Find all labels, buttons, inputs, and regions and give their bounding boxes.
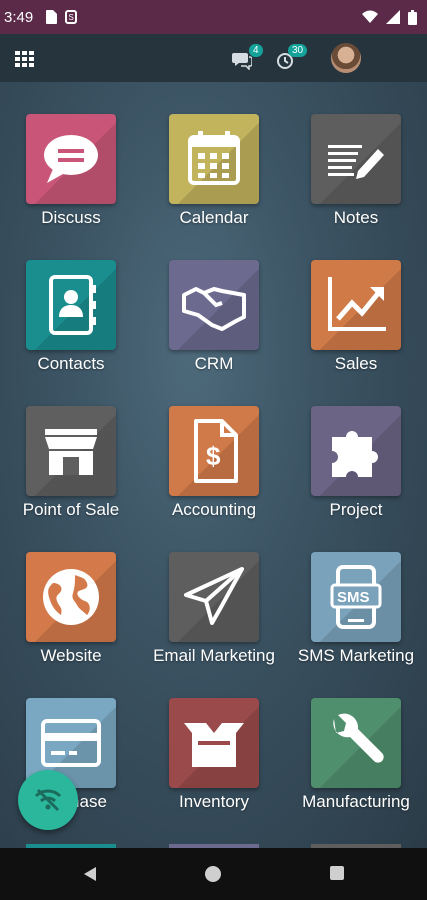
handshake-icon bbox=[182, 287, 246, 331]
app-notes[interactable]: Notes bbox=[285, 82, 427, 228]
app-website[interactable]: Website bbox=[0, 520, 142, 666]
app-label: Inventory bbox=[179, 792, 249, 811]
app-label: Notes bbox=[333, 208, 379, 227]
sms-phone-icon: SMS bbox=[330, 565, 382, 629]
app-label: Accounting bbox=[171, 500, 257, 519]
puzzle-icon bbox=[332, 431, 378, 477]
app-label: Calendar bbox=[179, 208, 249, 227]
messages-button[interactable]: 4 bbox=[232, 44, 264, 72]
messages-badge: 4 bbox=[249, 44, 263, 57]
svg-text:S: S bbox=[69, 13, 74, 22]
app-label: Discuss bbox=[41, 208, 101, 227]
app-label: Contacts bbox=[37, 354, 105, 373]
open-box-icon bbox=[184, 723, 244, 767]
status-bar: 3:49 S bbox=[0, 0, 427, 34]
svg-text:$: $ bbox=[206, 441, 221, 471]
chat-icon bbox=[232, 53, 252, 70]
wifi-off-icon bbox=[34, 788, 62, 812]
app-crm[interactable]: CRM bbox=[143, 228, 285, 374]
app-label: Project bbox=[329, 500, 383, 519]
store-icon bbox=[45, 429, 97, 475]
sync-icon: S bbox=[65, 10, 78, 24]
app-label: Point of Sale bbox=[22, 500, 120, 519]
app-inventory[interactable]: Inventory bbox=[143, 666, 285, 812]
app-point-of-sale[interactable]: Point of Sale bbox=[0, 374, 142, 520]
globe-icon bbox=[43, 569, 99, 625]
battery-icon bbox=[408, 9, 417, 25]
app-label: Website bbox=[40, 646, 102, 665]
home-icon[interactable] bbox=[205, 866, 221, 882]
svg-text:SMS: SMS bbox=[337, 589, 370, 606]
status-time: 3:49 bbox=[4, 8, 34, 26]
apps-grid-icon[interactable] bbox=[14, 48, 36, 70]
wifi-icon bbox=[362, 10, 378, 23]
address-book-icon bbox=[49, 275, 96, 335]
app-discuss[interactable]: Discuss bbox=[0, 82, 142, 228]
recents-icon[interactable] bbox=[330, 866, 344, 880]
app-calendar[interactable]: Calendar bbox=[143, 82, 285, 228]
app-label: CRM bbox=[194, 354, 234, 373]
wrench-icon bbox=[333, 713, 384, 763]
paper-plane-icon bbox=[184, 567, 244, 625]
user-avatar[interactable] bbox=[331, 43, 361, 73]
signal-icon bbox=[386, 10, 400, 24]
app-project[interactable]: Project bbox=[285, 374, 427, 520]
activities-badge: 30 bbox=[288, 44, 308, 57]
app-label: SMS Marketing bbox=[297, 646, 415, 665]
app-grid: Discuss Calendar Notes Contacts CRM Sale… bbox=[0, 82, 427, 848]
calendar-icon bbox=[188, 131, 240, 185]
system-nav-bar bbox=[0, 848, 427, 900]
app-label: Email Marketing bbox=[153, 646, 275, 665]
offline-fab[interactable] bbox=[18, 770, 78, 830]
back-icon[interactable] bbox=[82, 866, 98, 882]
app-label: Sales bbox=[334, 354, 378, 373]
app-manufacturing[interactable]: Manufacturing bbox=[285, 666, 427, 812]
sim-card-icon bbox=[46, 10, 58, 24]
app-label: Manufacturing bbox=[302, 792, 410, 811]
notes-pencil-icon bbox=[328, 145, 384, 179]
app-contacts[interactable]: Contacts bbox=[0, 228, 142, 374]
top-app-bar: 4 30 bbox=[0, 34, 427, 82]
app-accounting[interactable]: $ Accounting bbox=[143, 374, 285, 520]
chat-bubble-icon bbox=[44, 135, 98, 183]
credit-card-icon bbox=[41, 719, 101, 767]
trend-chart-icon bbox=[328, 277, 386, 331]
app-email-marketing[interactable]: Email Marketing bbox=[143, 520, 285, 666]
invoice-dollar-icon: $ bbox=[194, 419, 238, 483]
app-sms-marketing[interactable]: SMS SMS Marketing bbox=[285, 520, 427, 666]
app-sales[interactable]: Sales bbox=[285, 228, 427, 374]
activities-button[interactable]: 30 bbox=[276, 44, 310, 72]
